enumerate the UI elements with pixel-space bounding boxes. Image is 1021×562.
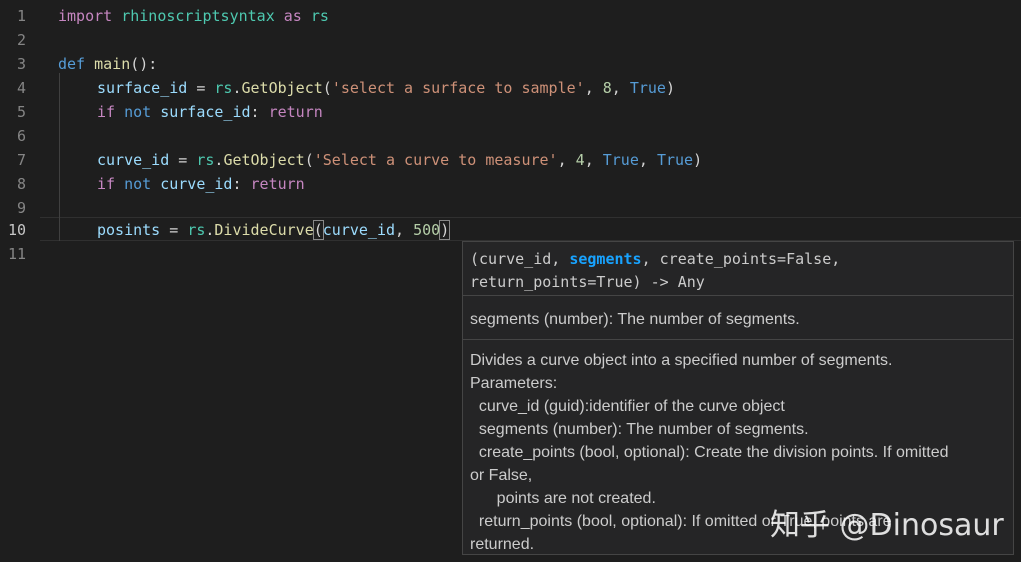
line-number: 4 [16, 79, 26, 97]
punctuation: . [232, 79, 242, 97]
argument: curve_id [322, 221, 396, 239]
line-number: 7 [16, 151, 26, 169]
boolean-literal: True [602, 151, 639, 169]
active-parameter: segments [569, 250, 642, 268]
punctuation: ) [665, 79, 675, 97]
variable: posints [97, 221, 161, 239]
punctuation: : [232, 175, 251, 193]
matched-bracket-close: ) [439, 220, 451, 240]
line-number: 3 [16, 55, 26, 73]
watermark: 知乎 @Dinosaur [770, 508, 1004, 543]
punctuation: ) [693, 151, 703, 169]
line-number: 8 [16, 175, 26, 193]
line-number: 6 [16, 127, 26, 145]
doc-line: create_points (bool, optional): Create t… [470, 444, 949, 461]
function-call: GetObject [241, 79, 323, 97]
matched-bracket-open: ( [312, 220, 324, 240]
line-number: 9 [16, 199, 26, 217]
punctuation: : [250, 103, 269, 121]
code-line-5[interactable]: if not surface_id: return [97, 100, 323, 124]
keyword-return: return [268, 103, 323, 121]
module-alias: rs [214, 79, 233, 97]
code-line-3[interactable]: def main(): [58, 52, 157, 76]
line-number: 1 [16, 7, 26, 25]
keyword-import: import [58, 7, 113, 25]
indent-guide [59, 73, 60, 241]
number-literal: 8 [602, 79, 612, 97]
module-alias: rs [187, 221, 206, 239]
doc-line: segments (number): The number of segment… [470, 421, 809, 438]
variable: surface_id [160, 103, 251, 121]
punctuation: , [638, 151, 657, 169]
punctuation: ( [304, 151, 314, 169]
code-line-4[interactable]: surface_id = rs.GetObject('select a surf… [97, 76, 675, 100]
operator: = [187, 79, 215, 97]
punctuation: ( [322, 79, 332, 97]
punctuation: , [584, 79, 603, 97]
doc-line: curve_id (guid):identifier of the curve … [470, 398, 785, 415]
boolean-literal: True [629, 79, 666, 97]
module-alias: rs [310, 7, 329, 25]
doc-line: Divides a curve object into a specified … [470, 352, 893, 369]
parameter-documentation: segments (number): The number of segment… [463, 296, 1013, 340]
punctuation: (): [130, 55, 158, 73]
module-alias: rs [196, 151, 215, 169]
variable: surface_id [97, 79, 188, 97]
keyword-not: not [124, 103, 152, 121]
line-number: 5 [16, 103, 26, 121]
operator: = [169, 151, 197, 169]
punctuation: , [557, 151, 576, 169]
code-line-10[interactable]: posints = rs.DivideCurve(curve_id, 500) [97, 218, 451, 242]
line-number: 2 [16, 31, 26, 49]
string-literal: 'Select a curve to measure' [313, 151, 558, 169]
keyword-not: not [124, 175, 152, 193]
boolean-literal: True [656, 151, 694, 169]
code-line-8[interactable]: if not curve_id: return [97, 172, 305, 196]
signature-text: , create_points=False, [641, 250, 841, 268]
operator: = [160, 221, 188, 239]
number-literal: 500 [413, 221, 441, 239]
punctuation: , [584, 151, 603, 169]
doc-line: or False, [470, 467, 533, 484]
signature-text: return_points=True) -> Any [470, 273, 705, 291]
variable: curve_id [97, 151, 170, 169]
line-number: 11 [7, 245, 26, 263]
line-number-current: 10 [7, 221, 26, 239]
punctuation: , [395, 221, 414, 239]
number-literal: 4 [575, 151, 585, 169]
module-name: rhinoscriptsyntax [121, 7, 275, 25]
code-line-7[interactable]: curve_id = rs.GetObject('Select a curve … [97, 148, 702, 172]
keyword-def: def [58, 55, 86, 73]
doc-line: Parameters: [470, 375, 558, 392]
keyword-if: if [97, 175, 116, 193]
keyword-if: if [97, 103, 116, 121]
punctuation: , [611, 79, 630, 97]
function-name: main [94, 55, 131, 73]
code-line-1[interactable]: import rhinoscriptsyntax as rs [58, 4, 329, 28]
signature: (curve_id, segments, create_points=False… [463, 242, 1013, 296]
function-call: GetObject [223, 151, 305, 169]
function-call: DivideCurve [214, 221, 314, 239]
string-literal: 'select a surface to sample' [331, 79, 585, 97]
keyword-as: as [283, 7, 302, 25]
keyword-return: return [250, 175, 305, 193]
signature-text: (curve_id, [470, 250, 570, 268]
variable: curve_id [160, 175, 233, 193]
